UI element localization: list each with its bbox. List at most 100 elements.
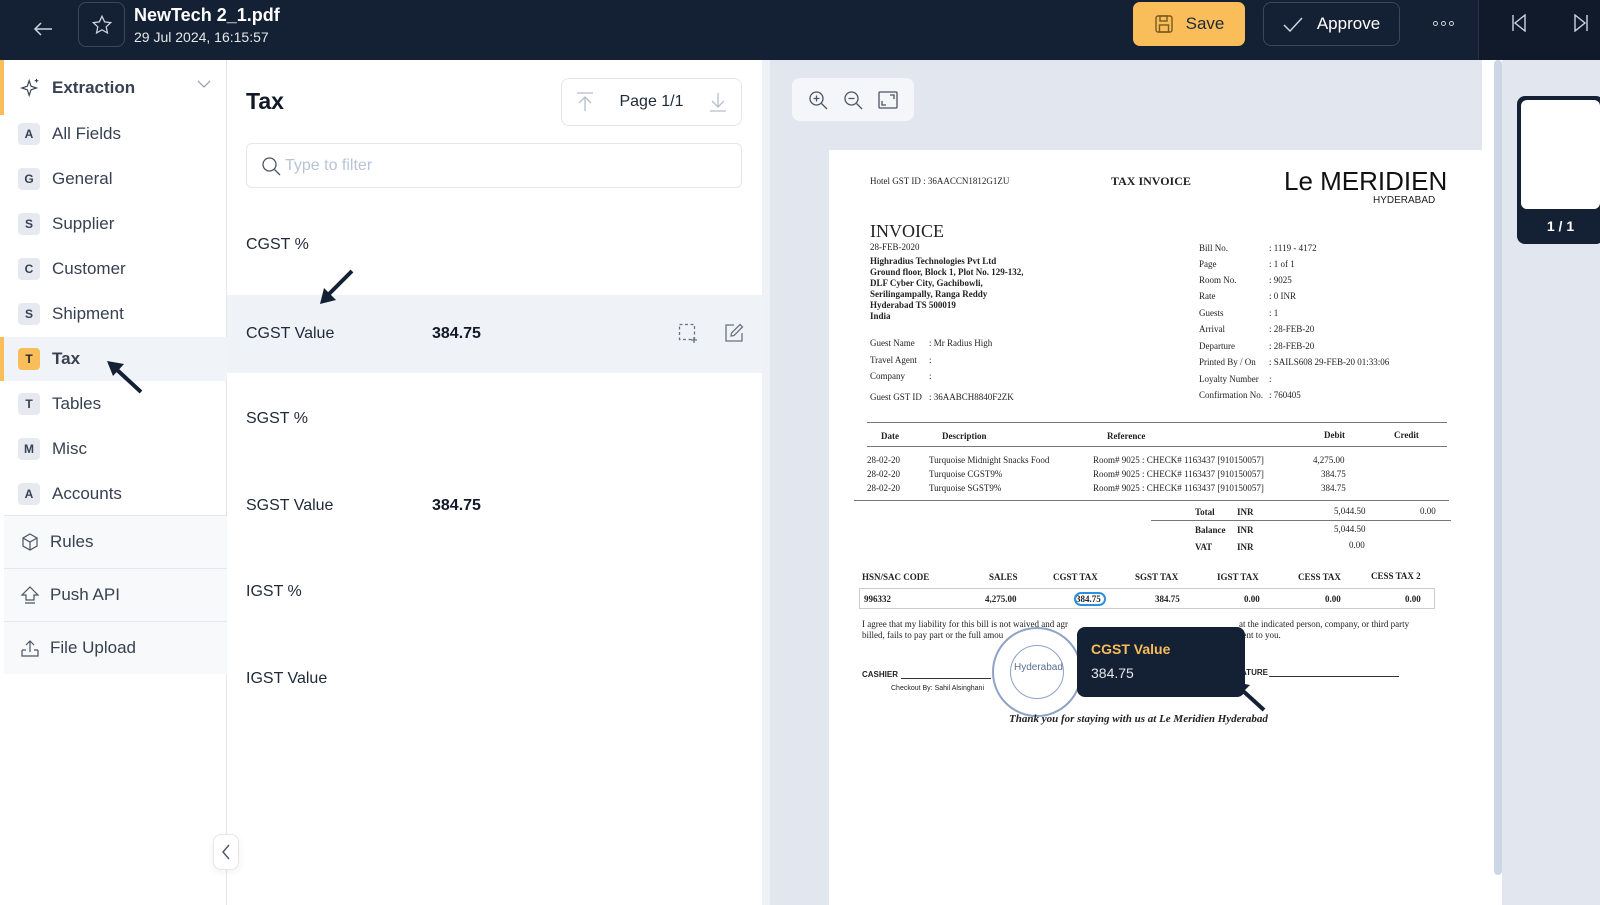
badge-icon: S (18, 303, 40, 325)
field-row-cgst-percent[interactable]: CGST % (227, 206, 762, 284)
bill-info-key: Bill No. (1199, 243, 1229, 253)
field-row-igst-value[interactable]: IGST Value (227, 640, 762, 718)
table-header: Debit (1324, 430, 1345, 440)
bill-info-value: : 1 of 1 (1269, 259, 1295, 269)
sidebar-section-file-upload[interactable]: File Upload (4, 621, 227, 674)
zoom-in-button[interactable] (808, 90, 828, 110)
field-tooltip: CGST Value 384.75 (1077, 627, 1245, 697)
page-down-button[interactable] (709, 92, 727, 112)
field-label: IGST Value (246, 670, 328, 687)
page-thumbnail[interactable]: 1 / 1 (1517, 96, 1600, 244)
vat-currency: INR (1237, 542, 1254, 552)
more-options-button[interactable] (1428, 12, 1458, 34)
field-row-sgst-value[interactable]: SGST Value 384.75 (227, 467, 762, 545)
sidebar-item-shipment[interactable]: S Shipment (0, 292, 227, 336)
badge-icon: A (18, 123, 40, 145)
thank-you-note: Thank you for staying with us at Le Meri… (1009, 713, 1268, 725)
bill-info-key: Printed By / On (1199, 357, 1256, 367)
zoom-out-icon (844, 90, 863, 109)
sidebar-item-all-fields[interactable]: A All Fields (0, 112, 227, 156)
sidebar-section-push-api[interactable]: Push API (4, 568, 227, 621)
sidebar-item-label: Tax (52, 349, 81, 368)
bill-info-key: Guests (1199, 308, 1224, 318)
tax-table-cell: 0.00 (1244, 594, 1260, 604)
zoom-in-icon (809, 90, 828, 109)
tax-table-cell: 996332 (864, 594, 891, 604)
next-document-button[interactable] (1573, 13, 1589, 37)
signature-line (1269, 676, 1399, 677)
edit-field-button[interactable] (724, 323, 744, 343)
table-cell: Turquoise SGST9% (929, 483, 1002, 493)
select-region-icon (678, 323, 697, 343)
table-cell: 384.75 (1321, 483, 1346, 493)
more-dot-icon (1432, 20, 1438, 26)
zoom-out-button[interactable] (843, 90, 863, 110)
invoice-date: 28-FEB-2020 (870, 242, 920, 252)
sidebar-item-misc[interactable]: M Misc (0, 427, 227, 471)
badge-icon: S (18, 213, 40, 235)
sidebar-item-tax[interactable]: T Tax (0, 337, 227, 381)
invoice-title: INVOICE (870, 221, 944, 241)
arrow-left-icon (33, 22, 52, 36)
guest-info-value: : Mr Radius High (929, 338, 993, 348)
address-line: Hyderabad TS 500019 (870, 300, 956, 310)
sidebar-item-general[interactable]: G General (0, 157, 227, 201)
favorite-button[interactable] (78, 2, 125, 47)
cgst-value-highlight[interactable] (1074, 592, 1106, 606)
badge-icon: C (18, 258, 40, 280)
bill-info-value: : (1269, 374, 1272, 384)
balance-debit: 5,044.50 (1334, 524, 1366, 534)
approve-button[interactable]: Approve (1263, 2, 1400, 46)
sidebar-item-supplier[interactable]: S Supplier (0, 202, 227, 246)
search-icon (262, 156, 281, 175)
sidebar-item-accounts[interactable]: A Accounts (0, 472, 227, 516)
bill-info-key: Departure (1199, 341, 1235, 351)
sidebar-item-label: Misc (52, 439, 87, 458)
tax-table-header: SALES (989, 572, 1018, 582)
company-stamp: Hyderabad (992, 627, 1082, 717)
guest-info-value: : 36AABCH8840F2ZK (929, 392, 1014, 402)
field-row-cgst-value[interactable]: CGST Value 384.75 (227, 295, 762, 373)
tax-table-cell: 384.75 (1155, 594, 1180, 604)
bill-info-value: : 1 (1269, 308, 1279, 318)
save-button[interactable]: Save (1133, 2, 1245, 46)
collapse-sidebar-button[interactable] (213, 834, 239, 870)
field-row-igst-percent[interactable]: IGST % (227, 553, 762, 631)
sidebar-item-tables[interactable]: T Tables (0, 382, 227, 426)
thumbnail-strip: 1 / 1 (1502, 60, 1600, 905)
sidebar-item-label: Tables (52, 394, 102, 413)
select-region-button[interactable] (678, 323, 698, 343)
guest-info-value: : (929, 371, 932, 381)
page-up-button[interactable] (576, 92, 594, 112)
save-label: Save (1185, 14, 1225, 33)
sidebar-section-rules[interactable]: Rules (4, 515, 227, 568)
divider (867, 422, 1447, 423)
badge-icon: G (18, 168, 40, 190)
skip-forward-icon (1574, 13, 1588, 33)
filter-input[interactable] (285, 156, 705, 175)
cashier-label: CASHIER (862, 670, 899, 679)
sidebar-section-label: Rules (50, 532, 94, 551)
viewer-scrollbar[interactable] (1494, 60, 1502, 875)
sidebar-item-label: Customer (52, 259, 126, 278)
sidebar-item-label: Supplier (52, 214, 115, 233)
extraction-section-toggle[interactable]: Extraction (0, 60, 227, 115)
fit-screen-button[interactable] (878, 90, 898, 109)
more-dot-icon (1440, 20, 1446, 26)
field-row-sgst-percent[interactable]: SGST % (227, 380, 762, 458)
stamp-text: Hyderabad (1014, 662, 1063, 673)
sidebar-section-label: File Upload (50, 638, 136, 657)
arrow-to-top-icon (577, 92, 593, 111)
bill-info-key: Loyalty Number (1199, 374, 1259, 384)
table-header: Credit (1394, 430, 1419, 440)
table-header: Reference (1107, 431, 1146, 441)
sidebar-item-customer[interactable]: C Customer (0, 247, 227, 291)
total-credit: 0.00 (1420, 506, 1436, 516)
previous-document-button[interactable] (1511, 13, 1527, 37)
sparkle-icon (20, 78, 39, 97)
guest-info-value: : (929, 355, 932, 365)
field-label: CGST % (246, 236, 309, 253)
back-button[interactable] (28, 14, 58, 44)
address-line: Serilingampally, Ranga Reddy (870, 289, 988, 299)
table-cell: Room# 9025 : CHECK# 1163437 [910150057] (1093, 483, 1264, 493)
